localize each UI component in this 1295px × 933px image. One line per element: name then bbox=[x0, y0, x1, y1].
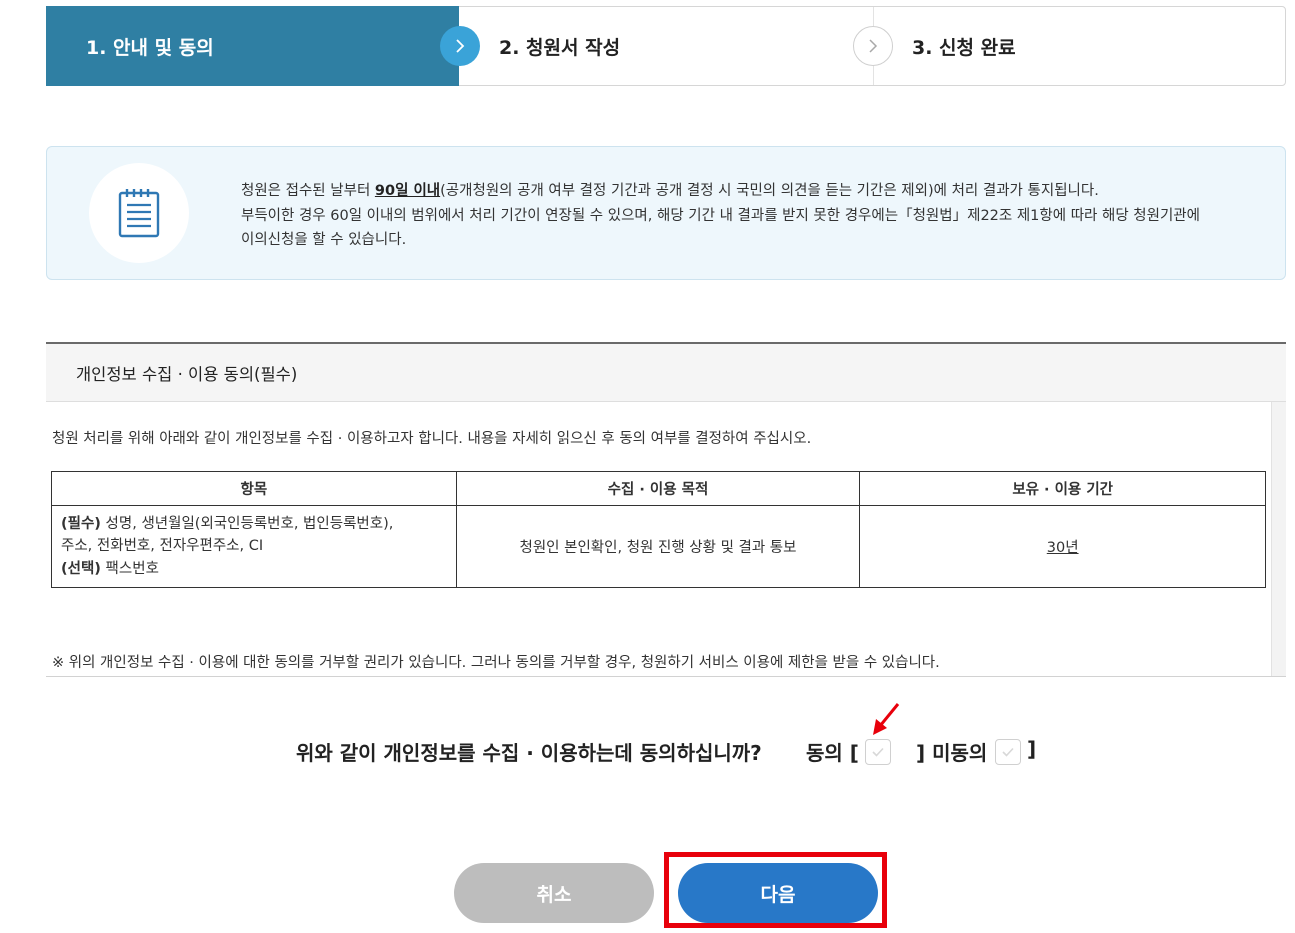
table-header-purpose: 수집 · 이용 목적 bbox=[455, 471, 861, 506]
checkmark-icon bbox=[872, 747, 884, 757]
step-1-label: 1. 안내 및 동의 bbox=[86, 36, 214, 59]
optional-tag: (선택) bbox=[61, 560, 101, 577]
info-line3: 이의신청을 할 수 있습니다. bbox=[241, 232, 407, 248]
optional-items: 팩스번호 bbox=[100, 560, 159, 577]
info-line1-end: (공개청원의 공개 여부 결정 기간과 공개 결정 시 국민의 의견을 듣는 기… bbox=[440, 183, 1099, 199]
next-button-highlight bbox=[664, 852, 887, 928]
checkmark-icon bbox=[1002, 747, 1014, 757]
consent-question-text: 위와 같이 개인정보를 수집 · 이용하는데 동의하십니까? bbox=[296, 741, 762, 765]
step-2-petition-write: 2. 청원서 작성 bbox=[459, 7, 872, 85]
agree-checkbox[interactable] bbox=[865, 739, 891, 765]
table-cell-purpose: 청원인 본인확인, 청원 진행 상황 및 결과 통보 bbox=[455, 505, 861, 588]
info-line1-start: 청원은 접수된 날부터 bbox=[241, 183, 375, 199]
step-3-complete: 3. 신청 완료 bbox=[872, 7, 1285, 85]
chevron-right-icon bbox=[440, 26, 480, 66]
close-bracket: ] bbox=[1027, 737, 1037, 761]
table-header-period: 보유 · 이용 기간 bbox=[859, 471, 1266, 506]
consent-title: 개인정보 수집 · 이용 동의(필수) bbox=[46, 344, 1286, 402]
required-items-2: 주소, 전화번호, 전자우편주소, CI bbox=[61, 538, 264, 555]
agree-label: 동의 [ bbox=[806, 741, 859, 765]
consent-scroll-area[interactable]: 청원 처리를 위해 아래와 같이 개인정보를 수집 · 이용하고자 합니다. 내… bbox=[46, 402, 1286, 676]
refusal-right-note: ※ 위의 개인정보 수집 · 이용에 대한 동의를 거부할 권리가 있습니다. … bbox=[52, 655, 940, 671]
required-tag: (필수) bbox=[61, 515, 101, 532]
document-list-icon bbox=[89, 163, 189, 263]
privacy-consent-section: 개인정보 수집 · 이용 동의(필수) 청원 처리를 위해 아래와 같이 개인정… bbox=[46, 342, 1286, 677]
table-header-item: 항목 bbox=[51, 471, 457, 506]
table-cell-items: (필수) 성명, 생년월일(외국인등록번호, 법인등록번호), 주소, 전화번호… bbox=[51, 505, 457, 588]
consent-terms-table: 항목 수집 · 이용 목적 보유 · 이용 기간 (필수) 성명, 생년월일(외… bbox=[51, 471, 1266, 588]
required-items-1: 성명, 생년월일(외국인등록번호, 법인등록번호), bbox=[100, 515, 394, 532]
info-line2: 부득이한 경우 60일 이내의 범위에서 처리 기간이 연장될 수 있으며, 해… bbox=[241, 207, 1200, 224]
table-row: (필수) 성명, 생년월일(외국인등록번호, 법인등록번호), 주소, 전화번호… bbox=[51, 505, 1266, 588]
step-1-guide-consent: 1. 안내 및 동의 bbox=[46, 6, 459, 86]
info-deadline-emphasis: 90일 이내 bbox=[374, 183, 441, 199]
retention-period: 30년 bbox=[1046, 540, 1079, 556]
progress-stepper: 1. 안내 및 동의 2. 청원서 작성 3. 신청 완료 bbox=[46, 6, 1286, 86]
cancel-button[interactable]: 취소 bbox=[454, 863, 654, 923]
red-arrow-annotation-icon bbox=[873, 703, 900, 735]
scrollbar[interactable] bbox=[1271, 402, 1286, 676]
chevron-right-icon bbox=[853, 26, 893, 66]
consent-intro: 청원 처리를 위해 아래와 같이 개인정보를 수집 · 이용하고자 합니다. 내… bbox=[52, 431, 812, 447]
step-3-label: 3. 신청 완료 bbox=[912, 36, 1016, 59]
info-text: 청원은 접수된 날부터 90일 이내(공개청원의 공개 여부 결정 기간과 공개… bbox=[241, 179, 1261, 253]
disagree-label: ] 미동의 [ bbox=[916, 741, 1004, 765]
table-cell-period: 30년 bbox=[859, 505, 1266, 588]
consent-question: 위와 같이 개인정보를 수집 · 이용하는데 동의하십니까? 동의 [ ] 미동… bbox=[0, 735, 1295, 767]
disagree-checkbox[interactable] bbox=[995, 739, 1021, 765]
processing-info-box: 청원은 접수된 날부터 90일 이내(공개청원의 공개 여부 결정 기간과 공개… bbox=[46, 146, 1286, 280]
step-2-label: 2. 청원서 작성 bbox=[499, 36, 621, 59]
